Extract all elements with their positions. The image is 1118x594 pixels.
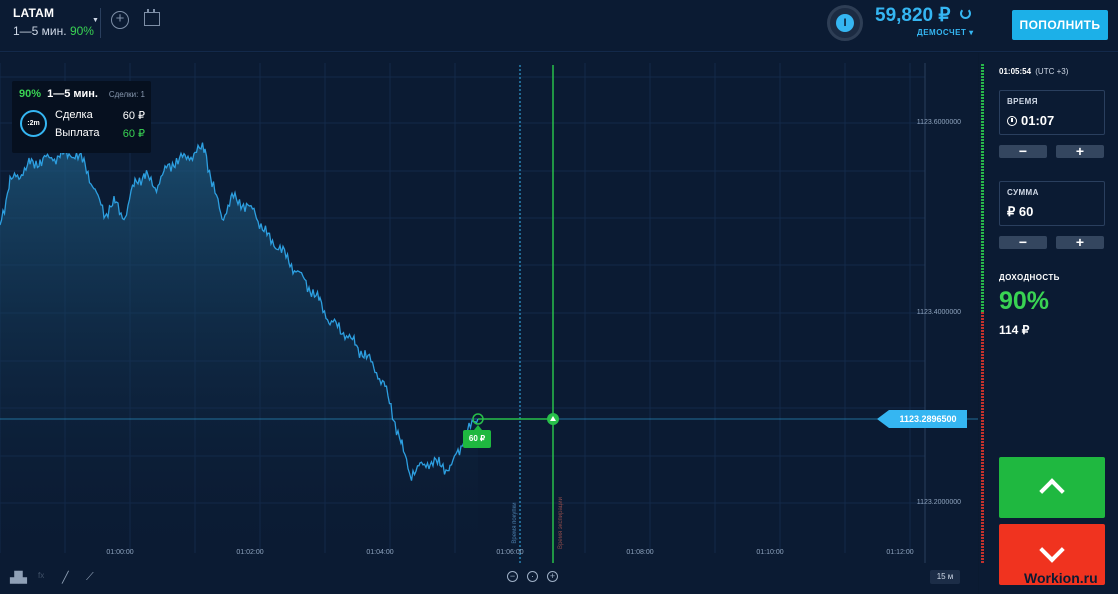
amount-increase-button[interactable]: +	[1056, 235, 1104, 249]
trade-timer: :2m	[20, 110, 47, 137]
clock-time: 01:05:54	[999, 67, 1032, 76]
draw-line-icon[interactable]: ╱	[62, 571, 69, 584]
refresh-icon[interactable]	[960, 8, 971, 19]
asset-payout: 90%	[69, 24, 94, 38]
top-bar: LATAM 1—5 мин. 90% ▼ + I 59,820 ₽ ДЕМОСЧ…	[0, 0, 1118, 52]
account-balance[interactable]: 59,820 ₽	[875, 4, 950, 27]
account-type-dropdown[interactable]: ДЕМОСЧЕТ ▾	[917, 28, 974, 37]
time-axis-label: 01:00:00	[106, 549, 133, 556]
payout-label: Выплата	[55, 127, 100, 139]
level-badge[interactable]: I	[827, 5, 863, 41]
time-axis-label: 01:06:00	[496, 549, 523, 556]
calendar-icon[interactable]	[144, 9, 160, 26]
payout-row: Выплата 60 ₽	[55, 127, 145, 140]
chevron-up-icon	[1039, 478, 1065, 504]
topup-button[interactable]: ПОПОЛНИТЬ	[1012, 10, 1108, 40]
trade-panel-header: 90% 1—5 мин.	[19, 88, 98, 100]
server-clock: 01:05:54 (UTC +3)	[999, 67, 1068, 76]
asset-selector[interactable]: LATAM 1—5 мин. 90%	[13, 6, 94, 38]
time-axis-label: 01:12:00	[886, 549, 913, 556]
time-axis-label: 01:02:00	[236, 549, 263, 556]
chart-type-icon[interactable]: ▟▙	[10, 571, 27, 584]
add-asset-icon[interactable]: +	[111, 11, 129, 29]
price-tag-arrow	[877, 410, 889, 428]
time-label: ВРЕМЯ	[1007, 97, 1038, 106]
chevron-down-icon	[1039, 537, 1065, 563]
amount-label: СУММА	[1007, 188, 1039, 197]
time-axis-label: 01:08:00	[626, 549, 653, 556]
amount-field[interactable]: СУММА ₽ 60	[999, 181, 1105, 226]
asset-dropdown-icon[interactable]: ▼	[92, 17, 99, 24]
trade-range: 1—5 мин.	[47, 88, 98, 100]
level-letter: I	[836, 14, 854, 32]
call-up-button[interactable]	[999, 457, 1105, 518]
buy-time-label: Время покупки	[512, 502, 518, 543]
time-field[interactable]: ВРЕМЯ 01:07	[999, 90, 1105, 135]
asset-range: 1—5 мин.	[13, 24, 67, 38]
divider	[100, 8, 101, 38]
deal-label: Сделка	[55, 109, 93, 121]
price-area	[0, 142, 478, 553]
asset-subtitle: 1—5 мин. 90%	[13, 24, 94, 38]
time-decrease-button[interactable]: −	[999, 144, 1047, 158]
zoom-in-icon[interactable]: +	[547, 571, 558, 582]
time-axis-label: 01:04:00	[366, 549, 393, 556]
yield-percent: 90%	[999, 287, 1050, 315]
zoom-out-icon[interactable]: −	[507, 571, 518, 582]
timeframe-button[interactable]: 15 м	[930, 570, 960, 584]
amount-value[interactable]: ₽ 60	[1007, 204, 1033, 220]
time-axis-label: 01:10:00	[756, 549, 783, 556]
time-increase-button[interactable]: +	[1056, 144, 1104, 158]
sentiment-up-bar	[981, 64, 984, 312]
center-chart-icon[interactable]: ·	[527, 571, 538, 582]
indicators-icon[interactable]: fx	[38, 571, 44, 580]
time-value[interactable]: 01:07	[1007, 113, 1054, 128]
current-price: 1123.2896500	[889, 410, 967, 428]
trade-payout: 90%	[19, 88, 42, 100]
current-price-tag: 1123.2896500	[877, 410, 967, 428]
clock-timezone: (UTC +3)	[1035, 67, 1069, 76]
sentiment-down-bar	[981, 312, 984, 564]
yield-amount: 114 ₽	[999, 323, 1030, 337]
payout-value: 60 ₽	[122, 128, 145, 140]
price-axis-label: 1123.4000000	[917, 309, 961, 316]
price-axis-label: 1123.2000000	[917, 499, 961, 506]
deal-marker[interactable]: 60 ₽	[463, 425, 491, 448]
clock-icon	[1007, 116, 1017, 126]
expiry-time-label: Время экспирации	[558, 497, 564, 549]
yield-label: ДОХОДНОСТЬ	[999, 273, 1060, 282]
asset-name: LATAM	[13, 6, 55, 20]
active-trade-panel[interactable]: 90% 1—5 мин. Сделки: 1 :2m Сделка 60 ₽ В…	[12, 81, 151, 153]
price-axis-label: 1123.6000000	[917, 119, 961, 126]
draw-tools-icon[interactable]: ⟋	[86, 571, 94, 584]
deal-value: 60 ₽	[122, 110, 145, 122]
watermark: Workion.ru	[1024, 570, 1098, 586]
deal-row: Сделка 60 ₽	[55, 109, 145, 122]
trade-count: Сделки: 1	[108, 90, 145, 99]
amount-decrease-button[interactable]: −	[999, 235, 1047, 249]
